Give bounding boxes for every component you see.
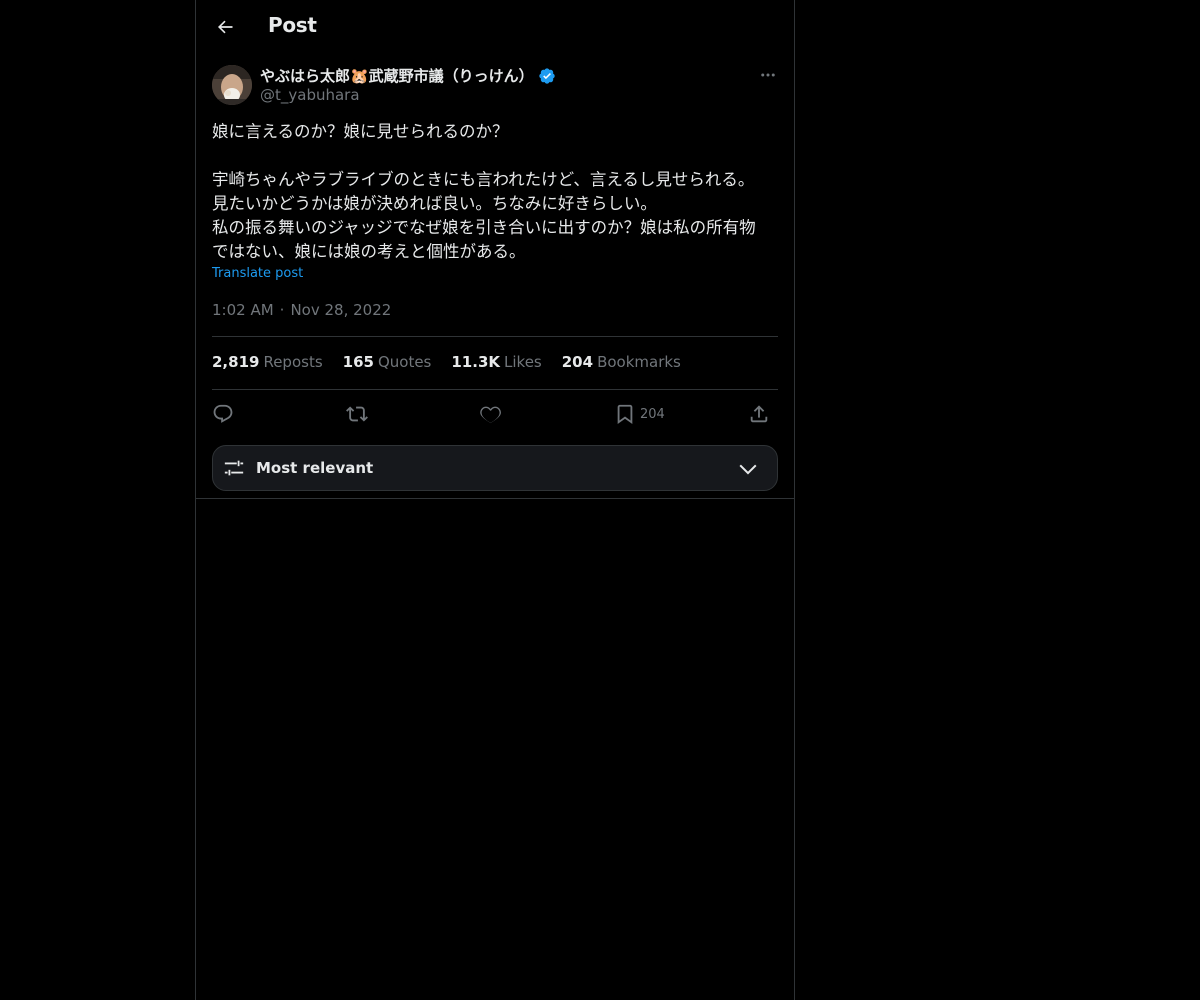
page-title: Post xyxy=(268,13,317,37)
back-button[interactable] xyxy=(208,10,242,44)
repost-icon xyxy=(346,406,368,422)
stat-likes-count: 11.3K xyxy=(451,353,501,371)
stat-reposts-count: 2,819 xyxy=(212,353,260,371)
reply-sort-dropdown[interactable]: Most relevant xyxy=(212,445,778,491)
post-column: Post やぶはら太郎🐹武蔵野市議（りっけん） @t_yabuhara 娘に言え… xyxy=(195,0,795,1000)
stat-likes-label: Likes xyxy=(504,353,542,371)
divider xyxy=(212,389,778,390)
post-time[interactable]: 1:02 AM xyxy=(212,301,274,319)
heart-icon xyxy=(480,406,501,424)
like-button[interactable] xyxy=(480,398,502,430)
bookmark-icon xyxy=(617,404,633,425)
verified-badge-icon xyxy=(538,67,556,85)
author-name[interactable]: やぶはら太郎🐹武蔵野市議（りっけん） xyxy=(260,65,556,86)
stat-reposts[interactable]: 2,819 Reposts xyxy=(212,353,323,371)
bookmark-button[interactable]: 204 xyxy=(614,398,665,430)
author-name-text: やぶはら太郎🐹武蔵野市議（りっけん） xyxy=(260,67,534,85)
more-options-button[interactable] xyxy=(752,64,784,86)
post-text-line: ではない、娘には娘の考えと個性がある。 xyxy=(212,242,526,261)
stat-bookmarks-count: 204 xyxy=(561,353,594,371)
post-stats: 2,819 Reposts 165 Quotes 11.3K Likes 204 Boo… xyxy=(212,353,681,371)
chevron-down-icon xyxy=(739,464,757,475)
section-divider xyxy=(196,498,794,499)
post-text-line: 見たいかどうかは娘が決めれば良い。ちなみに好きらしい。 xyxy=(212,194,657,213)
post-text-line: 娘に言えるのか？娘に見せられるのか？ xyxy=(212,122,509,141)
bookmark-count: 204 xyxy=(640,406,665,422)
stat-bookmarks[interactable]: 204 Bookmarks xyxy=(562,353,681,371)
action-bar: 204 xyxy=(212,398,778,430)
header: Post xyxy=(196,0,794,53)
author-handle[interactable]: @t_yabuhara xyxy=(260,86,360,104)
stat-bookmarks-label: Bookmarks xyxy=(597,353,681,371)
sliders-icon xyxy=(224,460,244,476)
avatar[interactable] xyxy=(212,65,252,105)
stat-quotes[interactable]: 165 Quotes xyxy=(343,353,432,371)
reply-icon xyxy=(213,404,233,423)
post-text-line: 私の振る舞いのジャッジでなぜ娘を引き合いに出すのか？娘は私の所有物 xyxy=(212,218,756,237)
post-date[interactable]: Nov 28, 2022 xyxy=(290,301,391,319)
reply-sort-label: Most relevant xyxy=(256,459,374,477)
post-text: 娘に言えるのか？娘に見せられるのか？ 宇崎ちゃんやラブライブのときにも言われたけ… xyxy=(212,120,782,264)
repost-button[interactable] xyxy=(346,398,368,430)
translate-post-link[interactable]: Translate post xyxy=(212,266,303,281)
stat-likes[interactable]: 11.3K Likes xyxy=(451,353,541,371)
post-text-blank-line xyxy=(212,144,782,168)
post-text-line: 宇崎ちゃんやラブライブのときにも言われたけど、言えるし見せられる。 xyxy=(212,170,755,189)
stat-quotes-label: Quotes xyxy=(377,353,432,371)
avatar-image xyxy=(212,65,252,105)
reply-button[interactable] xyxy=(212,398,234,430)
post-timestamp: 1:02 AM · Nov 28, 2022 xyxy=(212,301,391,319)
more-horizontal-icon xyxy=(761,73,775,77)
stat-quotes-count: 165 xyxy=(342,353,374,371)
share-icon xyxy=(750,405,768,423)
divider xyxy=(212,336,778,337)
timestamp-separator: · xyxy=(279,301,285,319)
arrow-left-icon xyxy=(218,20,233,34)
share-button[interactable] xyxy=(748,398,770,430)
stat-reposts-label: Reposts xyxy=(263,353,323,371)
